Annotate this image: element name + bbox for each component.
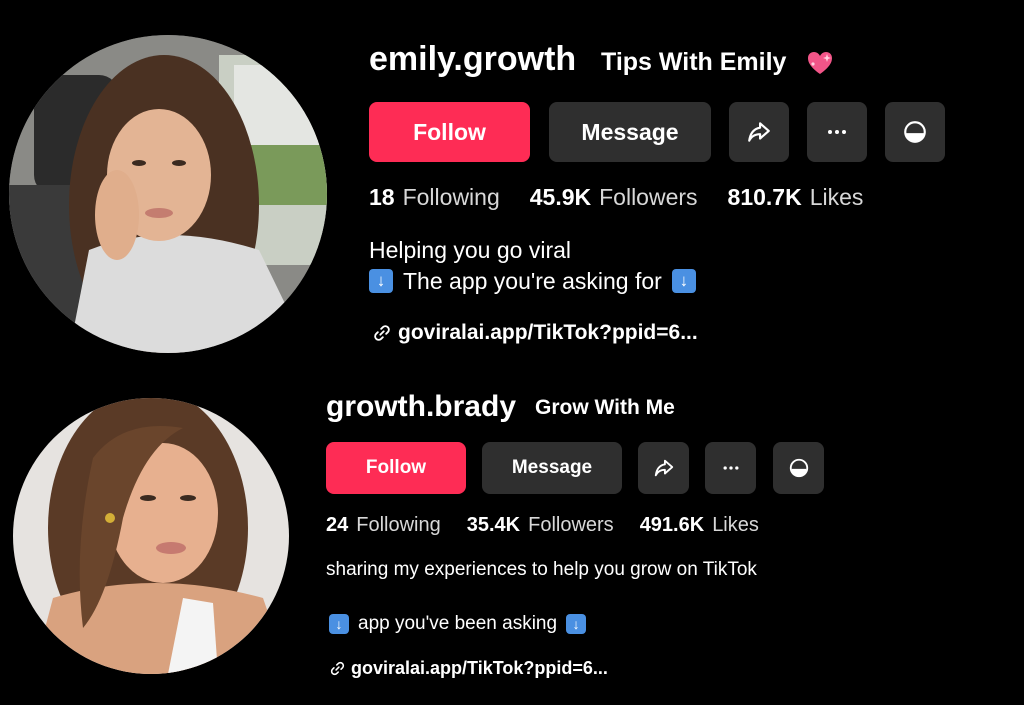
down-arrow-emoji-icon: ↓ — [671, 269, 696, 293]
likes-count: 491.6K — [639, 514, 705, 536]
followers-count: 35.4K — [466, 514, 521, 536]
block-icon — [788, 457, 810, 479]
followers-stat[interactable]: 35.4K Followers — [467, 514, 614, 537]
share-button[interactable] — [638, 442, 689, 494]
bio-line-2-text: The app you're asking for — [403, 267, 662, 294]
nickname: Tips With Emily — [601, 48, 787, 76]
more-options-button[interactable] — [807, 102, 867, 162]
avatar[interactable] — [13, 398, 289, 674]
profile-stats: 24 Following 35.4K Followers 491.6K Like… — [326, 514, 759, 537]
bio-line-2: ↓ The app you're asking for ↓ — [369, 267, 696, 295]
block-button[interactable] — [885, 102, 945, 162]
followers-stat[interactable]: 45.9K Followers — [530, 184, 698, 211]
block-button[interactable] — [773, 442, 824, 494]
bio-line-1: Helping you go viral — [369, 236, 572, 263]
likes-stat: 810.7K Likes — [728, 184, 864, 211]
link-icon — [372, 323, 392, 343]
following-stat[interactable]: 24 Following — [326, 514, 441, 537]
bio-link-text: goviralai.app/TikTok?ppid=6... — [398, 321, 698, 344]
likes-count: 810.7K — [727, 184, 802, 210]
share-icon — [653, 457, 675, 479]
profile-stats: 18 Following 45.9K Followers 810.7K Like… — [369, 184, 863, 211]
share-button[interactable] — [729, 102, 789, 162]
likes-label: Likes — [809, 184, 864, 210]
follow-button[interactable]: Follow — [326, 442, 466, 494]
following-label: Following — [356, 514, 441, 536]
followers-count: 45.9K — [529, 184, 592, 210]
more-options-button[interactable] — [705, 442, 756, 494]
profile-card-growth-brady: growth.brady Grow With Me Follow Message — [0, 390, 1024, 705]
block-icon — [902, 119, 928, 145]
likes-stat: 491.6K Likes — [640, 514, 759, 537]
follow-button[interactable]: Follow — [369, 102, 530, 162]
following-label: Following — [402, 184, 500, 210]
bio-link[interactable]: goviralai.app/TikTok?ppid=6... — [329, 657, 608, 679]
message-button[interactable]: Message — [482, 442, 622, 494]
followers-label: Followers — [599, 184, 698, 210]
down-arrow-emoji-icon: ↓ — [566, 614, 587, 634]
share-icon — [746, 119, 772, 145]
following-count: 18 — [369, 184, 395, 210]
username: emily.growth — [369, 40, 577, 78]
profile-card-emily-growth: emily.growth Tips With Emily Follow Mess… — [0, 0, 1024, 390]
sparkling-heart-icon — [806, 50, 834, 76]
likes-label: Likes — [712, 514, 759, 536]
bio-line-2: ↓ app you've been asking ↓ — [329, 612, 587, 636]
down-arrow-emoji-icon: ↓ — [369, 269, 393, 293]
username: growth.brady — [326, 390, 517, 423]
followers-label: Followers — [528, 514, 614, 536]
more-options-icon — [721, 458, 741, 478]
nickname: Grow With Me — [535, 396, 675, 419]
more-options-icon — [825, 120, 849, 144]
bio-link[interactable]: goviralai.app/TikTok?ppid=6... — [372, 320, 698, 346]
message-button[interactable]: Message — [549, 102, 711, 162]
down-arrow-emoji-icon: ↓ — [329, 614, 349, 634]
bio-line-2-text: app you've been asking — [358, 613, 558, 634]
bio-line-1: sharing my experiences to help you grow … — [326, 559, 757, 580]
following-stat[interactable]: 18 Following — [369, 184, 500, 211]
avatar[interactable] — [9, 35, 327, 353]
following-count: 24 — [326, 514, 349, 536]
link-icon — [329, 660, 346, 677]
bio-link-text: goviralai.app/TikTok?ppid=6... — [351, 657, 608, 678]
